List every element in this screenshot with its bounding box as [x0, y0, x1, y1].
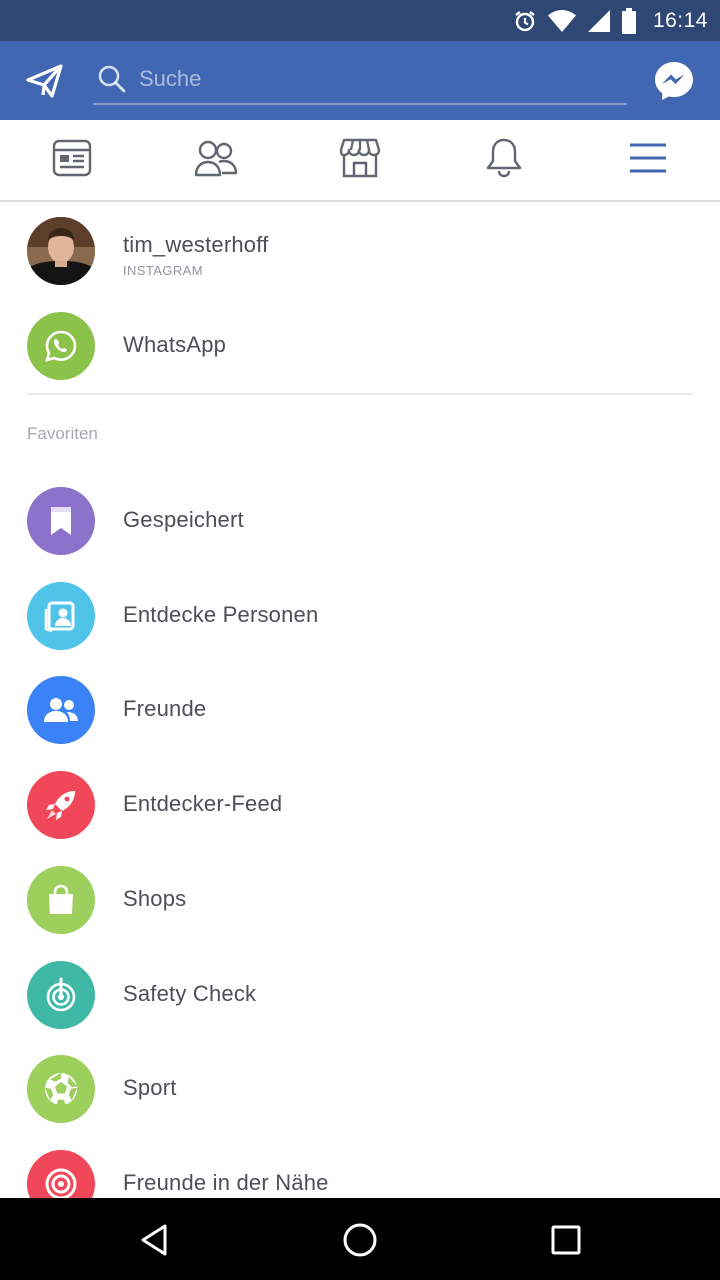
list-item-label: Entdecke Personen — [123, 602, 319, 627]
alarm-icon — [513, 9, 537, 33]
menu-content: tim_westerhoff INSTAGRAM WhatsApp Favori… — [0, 202, 720, 1198]
wifi-icon — [547, 9, 577, 33]
tab-bar — [0, 120, 720, 202]
avatar — [27, 217, 95, 285]
app-header — [0, 41, 720, 120]
list-item-entdecke-personen[interactable]: Entdecke Personen — [0, 569, 720, 663]
search-input[interactable] — [139, 59, 609, 99]
bookmark-icon — [27, 487, 95, 555]
status-time: 16:14 — [652, 8, 708, 32]
list-item-label: Shops — [123, 886, 187, 911]
list-item-entdecker-feed[interactable]: Entdecker-Feed — [0, 758, 720, 852]
friends-icon — [194, 138, 238, 183]
friends-icon — [27, 676, 95, 744]
list-item-shops[interactable]: Shops — [0, 853, 720, 947]
list-item-gespeichert[interactable]: Gespeichert — [0, 474, 720, 568]
list-item-freunde[interactable]: Freunde — [0, 663, 720, 757]
safety-check-icon — [27, 961, 95, 1029]
tab-news-feed[interactable] — [0, 120, 144, 200]
rocket-icon — [27, 771, 95, 839]
search-icon — [97, 64, 127, 99]
marketplace-icon — [339, 138, 381, 183]
news-feed-icon — [52, 138, 92, 183]
bell-icon — [484, 137, 524, 184]
person-card-icon — [27, 582, 95, 650]
status-bar: 16:14 — [0, 0, 720, 41]
send-icon[interactable] — [24, 60, 66, 102]
battery-icon — [621, 7, 637, 34]
home-icon[interactable] — [338, 1218, 382, 1262]
back-icon[interactable] — [132, 1218, 176, 1262]
list-item-sport[interactable]: Sport — [0, 1042, 720, 1136]
cell-signal-icon — [587, 9, 611, 33]
tab-marketplace[interactable] — [288, 120, 432, 200]
tab-menu[interactable] — [576, 120, 720, 200]
list-item-instagram-account[interactable]: tim_westerhoff INSTAGRAM — [0, 204, 720, 298]
android-nav-bar — [0, 1198, 720, 1280]
account-source: INSTAGRAM — [123, 263, 203, 278]
tab-friends[interactable] — [144, 120, 288, 200]
soccer-ball-icon — [27, 1055, 95, 1123]
list-item-whatsapp[interactable]: WhatsApp — [0, 299, 720, 393]
messenger-icon[interactable] — [652, 59, 696, 103]
list-item-label: Sport — [123, 1075, 177, 1100]
divider — [27, 393, 693, 395]
search-bar[interactable] — [93, 59, 627, 105]
whatsapp-icon — [27, 312, 95, 380]
section-title-favorites: Favoriten — [27, 424, 98, 443]
shopping-bag-icon — [27, 866, 95, 934]
list-item-label: Freunde — [123, 696, 207, 721]
account-name: tim_westerhoff — [123, 232, 269, 257]
list-item-freunde-in-der-naehe[interactable]: Freunde in der Nähe — [0, 1137, 720, 1198]
target-icon — [27, 1150, 95, 1198]
list-item-safety-check[interactable]: Safety Check — [0, 948, 720, 1042]
list-item-label: Entdecker-Feed — [123, 791, 283, 816]
list-item-label: WhatsApp — [123, 332, 227, 357]
recents-icon[interactable] — [544, 1218, 588, 1262]
list-item-label: Safety Check — [123, 981, 257, 1006]
tab-notifications[interactable] — [432, 120, 576, 200]
list-item-label: Gespeichert — [123, 507, 244, 532]
list-item-label: Freunde in der Nähe — [123, 1170, 329, 1195]
hamburger-menu-icon — [629, 141, 667, 180]
